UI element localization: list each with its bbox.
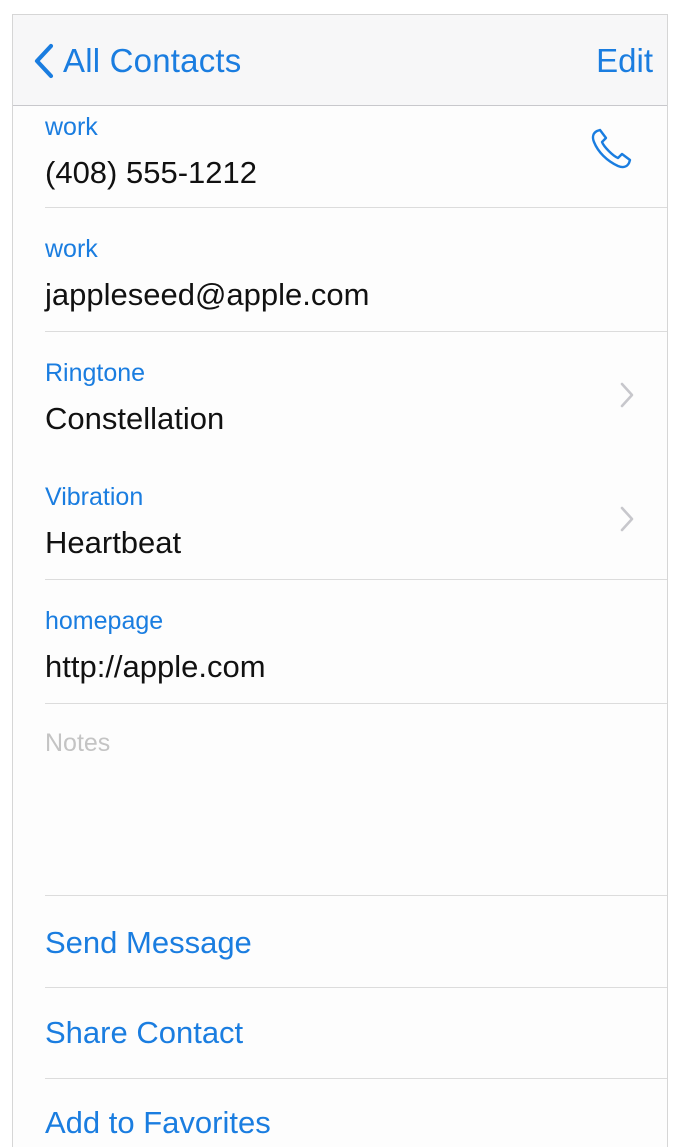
field-row-ringtone[interactable]: Ringtone Constellation [45, 355, 667, 455]
field-value[interactable]: http://apple.com [45, 649, 266, 685]
row-separator [45, 987, 667, 988]
field-row-work-phone[interactable]: work (408) 555-1212 [45, 107, 667, 207]
row-separator [45, 895, 667, 896]
field-row-vibration[interactable]: Vibration Heartbeat [45, 481, 667, 581]
field-value: Constellation [45, 401, 225, 436]
row-separator [45, 331, 667, 332]
navigation-bar: All Contacts Edit [13, 15, 667, 106]
chevron-right-icon [619, 505, 635, 538]
phone-icon[interactable] [587, 123, 637, 178]
field-label: Ringtone [45, 359, 146, 387]
row-separator [45, 1078, 667, 1079]
field-label: work [45, 113, 98, 141]
field-row-homepage[interactable]: homepage http://apple.com [45, 605, 667, 705]
field-label: work [45, 235, 98, 263]
field-label: Vibration [45, 483, 144, 511]
send-message-button[interactable]: Send Message [45, 925, 252, 961]
contact-detail-screen: work (408) 555-1212 work jappleseed@appl… [12, 14, 668, 1147]
field-value[interactable]: (408) 555-1212 [45, 155, 257, 191]
edit-button[interactable]: Edit [596, 39, 653, 83]
chevron-right-icon [619, 381, 635, 414]
row-separator [45, 703, 667, 704]
share-contact-button[interactable]: Share Contact [45, 1015, 243, 1051]
field-row-work-email[interactable]: work jappleseed@apple.com [45, 231, 667, 331]
field-value: Heartbeat [45, 525, 182, 560]
notes-placeholder: Notes [45, 729, 111, 757]
field-label: homepage [45, 607, 164, 635]
row-separator [45, 207, 667, 208]
chevron-left-icon [34, 43, 54, 79]
notes-field[interactable]: Notes [13, 705, 667, 895]
row-separator [45, 579, 667, 580]
back-button[interactable]: All Contacts [33, 39, 241, 83]
back-button-label: All Contacts [63, 42, 242, 79]
field-value[interactable]: jappleseed@apple.com [45, 277, 369, 313]
add-to-favorites-button[interactable]: Add to Favorites [45, 1105, 271, 1141]
